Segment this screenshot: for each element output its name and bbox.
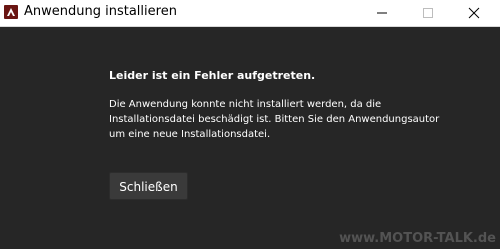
installer-window: Anwendung installieren Leider ist ein Fe… bbox=[0, 0, 500, 249]
maximize-icon bbox=[423, 8, 433, 18]
minimize-button[interactable] bbox=[359, 0, 405, 26]
error-message-line: Installationsdatei beschädigt ist. Bitte… bbox=[109, 114, 440, 125]
app-icon bbox=[4, 5, 18, 19]
close-icon bbox=[468, 7, 480, 19]
window-title: Anwendung installieren bbox=[24, 4, 177, 19]
close-button[interactable]: Schließen bbox=[109, 172, 188, 200]
error-message-line: um eine neue Installationsdatei. bbox=[109, 129, 271, 140]
error-message: Die Anwendung konnte nicht installiert w… bbox=[109, 97, 494, 142]
minimize-icon bbox=[377, 12, 387, 14]
error-message-line: Die Anwendung konnte nicht installiert w… bbox=[109, 99, 382, 110]
close-window-button[interactable] bbox=[451, 0, 500, 26]
maximize-button[interactable] bbox=[405, 0, 451, 26]
title-bar[interactable]: Anwendung installieren bbox=[0, 0, 500, 27]
watermark: www.MOTOR-TALK.de bbox=[339, 231, 496, 246]
error-heading: Leider ist ein Fehler aufgetreten. bbox=[109, 69, 316, 82]
